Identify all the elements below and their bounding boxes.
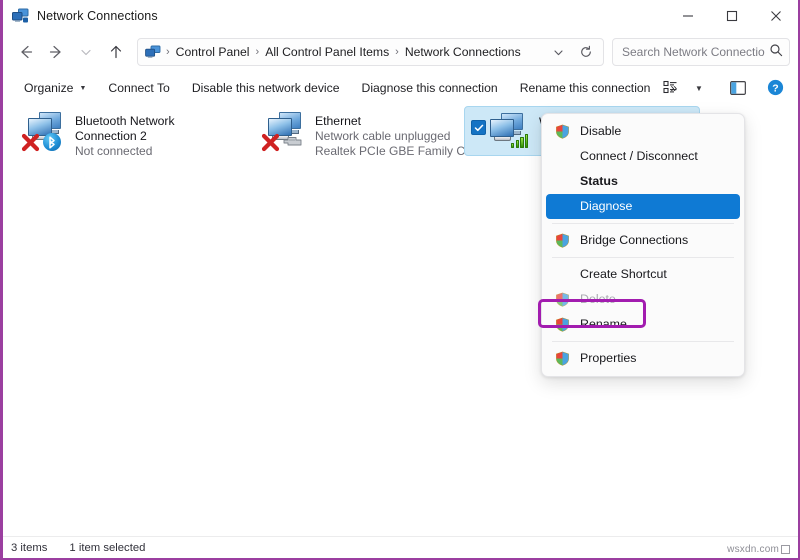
back-button[interactable] <box>11 37 41 67</box>
adapter-status: Not connected <box>75 144 153 158</box>
breadcrumb: › Control Panel › All Control Panel Item… <box>163 43 545 61</box>
up-button[interactable] <box>101 37 131 67</box>
search-icon[interactable] <box>769 43 783 62</box>
menu-icon-placeholder <box>555 267 571 283</box>
red-x-icon <box>261 133 280 152</box>
toolbar-diagnose-label: Diagnose this connection <box>361 80 498 95</box>
toolbar-rename-button[interactable]: Rename this connection <box>509 77 662 99</box>
shield-icon <box>555 124 571 140</box>
file-explorer-window: Network Connections › Control Panel › Al… <box>0 0 800 560</box>
menu-item-diagnose[interactable]: Diagnose <box>546 194 740 219</box>
adapter-name: Bluetooth Network Connection 2 <box>75 114 175 143</box>
minimize-button[interactable] <box>666 0 710 32</box>
wifi-signal-badge-icon <box>511 131 531 148</box>
watermark-box-icon <box>781 545 790 554</box>
toolbar-organize-label: Organize <box>24 80 74 95</box>
breadcrumb-item-network-connections[interactable]: Network Connections <box>402 43 524 61</box>
shield-icon <box>555 233 571 249</box>
menu-separator <box>552 257 734 258</box>
breadcrumb-separator: › <box>395 46 399 58</box>
search-box[interactable] <box>612 38 790 66</box>
breadcrumb-item-all-control-panel-items[interactable]: All Control Panel Items <box>262 43 392 61</box>
toolbar-disable-device-label: Disable this network device <box>191 80 340 95</box>
toolbar-connect-to-label: Connect To <box>108 80 170 95</box>
network-adapter-icon <box>471 112 533 156</box>
refresh-icon[interactable] <box>573 40 599 64</box>
menu-item-rename[interactable]: Rename <box>546 312 740 337</box>
menu-item-bridge-connections[interactable]: Bridge Connections <box>546 228 740 253</box>
close-button[interactable] <box>754 0 798 32</box>
search-input[interactable] <box>622 45 765 59</box>
chevron-down-icon: ▼ <box>695 83 703 93</box>
red-x-icon <box>21 133 40 152</box>
menu-item-properties[interactable]: Properties <box>546 346 740 371</box>
network-connections-icon <box>12 8 29 24</box>
shield-icon <box>555 292 571 308</box>
menu-item-label: Delete <box>580 292 616 307</box>
ethernet-cable-badge-icon <box>282 135 304 149</box>
address-bar[interactable]: › Control Panel › All Control Panel Item… <box>137 38 604 66</box>
menu-item-disable[interactable]: Disable <box>546 119 740 144</box>
network-adapter-icon <box>19 111 69 155</box>
menu-item-label: Create Shortcut <box>580 267 667 282</box>
menu-item-connect-disconnect[interactable]: Connect / Disconnect <box>546 144 740 169</box>
menu-icon-placeholder <box>555 199 571 215</box>
window-title: Network Connections <box>37 9 158 23</box>
menu-item-label: Rename <box>580 317 627 332</box>
network-adapter-icon <box>259 111 309 155</box>
status-selection-count: 1 item selected <box>69 541 146 554</box>
list-item[interactable]: Bluetooth Network Connection 2 Not conne… <box>13 106 245 165</box>
shield-icon <box>555 317 571 333</box>
menu-separator <box>552 223 734 224</box>
menu-icon-placeholder <box>555 149 571 165</box>
menu-item-label: Properties <box>580 351 637 366</box>
title-bar: Network Connections <box>3 0 798 32</box>
toolbar-disable-device-button[interactable]: Disable this network device <box>181 77 351 99</box>
maximize-button[interactable] <box>710 0 754 32</box>
recent-locations-button[interactable] <box>71 37 101 67</box>
status-item-count: 3 items <box>11 541 48 554</box>
preview-pane-icon[interactable] <box>725 76 751 100</box>
item-checkbox[interactable] <box>471 120 486 135</box>
navigation-bar: › Control Panel › All Control Panel Item… <box>3 32 798 72</box>
command-toolbar: Organize ▼ Connect To Disable this netwo… <box>3 72 798 103</box>
menu-item-label: Bridge Connections <box>580 233 689 248</box>
window-controls <box>666 0 798 32</box>
watermark-text: wsxdn.com <box>727 544 779 555</box>
chevron-down-icon[interactable] <box>545 40 571 64</box>
chevron-down-icon: ▼ <box>79 85 87 92</box>
forward-button[interactable] <box>41 37 71 67</box>
view-options-icon[interactable] <box>657 76 683 100</box>
menu-item-status[interactable]: Status <box>546 169 740 194</box>
toolbar-connect-to-button[interactable]: Connect To <box>97 77 180 99</box>
help-icon[interactable]: ? <box>762 76 788 100</box>
menu-item-label: Status <box>580 174 618 189</box>
watermark: wsxdn.com <box>727 544 790 555</box>
menu-item-create-shortcut[interactable]: Create Shortcut <box>546 262 740 287</box>
menu-item-label: Connect / Disconnect <box>580 149 698 164</box>
menu-item-delete: Delete <box>546 287 740 312</box>
breadcrumb-separator: › <box>166 46 170 58</box>
breadcrumb-separator: › <box>255 46 260 58</box>
menu-icon-placeholder <box>555 174 571 190</box>
context-menu: Disable Connect / Disconnect Status Diag… <box>541 113 745 377</box>
svg-text:?: ? <box>772 82 778 94</box>
shield-icon <box>555 351 571 367</box>
breadcrumb-root-icon <box>145 45 161 60</box>
toolbar-organize-button[interactable]: Organize ▼ <box>13 77 97 99</box>
bluetooth-badge-icon <box>43 133 61 151</box>
toolbar-rename-label: Rename this connection <box>519 80 651 95</box>
connections-list: Bluetooth Network Connection 2 Not conne… <box>3 103 798 536</box>
menu-item-label: Disable <box>580 124 622 139</box>
menu-separator <box>552 341 734 342</box>
view-options-caret-icon[interactable]: ▼ <box>686 76 712 100</box>
breadcrumb-item-control-panel[interactable]: Control Panel <box>173 43 253 61</box>
menu-item-label: Diagnose <box>580 199 633 214</box>
toolbar-diagnose-button[interactable]: Diagnose this connection <box>351 77 509 99</box>
list-item[interactable]: Ethernet Network cable unplugged Realtek… <box>253 106 495 165</box>
status-bar: 3 items 1 item selected wsxdn.com <box>3 536 798 558</box>
